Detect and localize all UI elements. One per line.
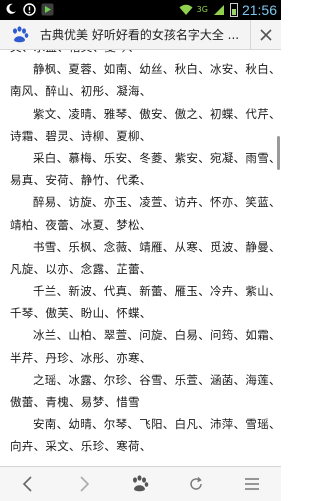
name-line: 向卉、采文、乐珍、寒荷、 [10,439,152,454]
name-paragraph: 千兰、新波、代真、新蕾、雁玉、冷卉、紫山、 千琴、傲芙、盼山、怀蝶、 [0,280,281,324]
name-line: 紫文、凌晴、雅琴、傲安、傲之、初蝶、代芹、 [33,106,281,121]
forward-icon [80,476,90,492]
name-paragraph: 书雪、乐枫、念薇、靖雁、从寒、觅波、静曼、 凡旋、以亦、念露、芷蕾、 [0,236,281,280]
status-right-icons: 3G 21:56 [179,1,277,19]
battery-icon [229,3,238,17]
menu-button[interactable] [232,467,272,501]
moon-icon [4,2,18,16]
name-line: 安南、幼晴、尔琴、飞阳、白凡、沛萍、雪瑶、 [33,417,281,432]
menu-icon [245,478,259,490]
name-line: 靖柏、夜蕾、冰夏、梦松、 [10,217,152,232]
paw-home-icon [133,475,149,492]
name-line: 千琴、傲芙、盼山、怀蝶、 [10,306,152,321]
status-clock: 21:56 [241,2,277,18]
home-button[interactable] [120,467,160,501]
back-button[interactable] [8,467,48,501]
name-line: 傲蕾、青槐、易梦、惜雪 [10,395,140,409]
refresh-icon [190,477,202,490]
name-line: 静枫、夏蓉、如南、幼丝、秋白、冰安、秋白、 [33,62,281,77]
name-line: 千兰、新波、代真、新蕾、雁玉、冷卉、紫山、 [33,284,281,299]
name-line: 醉易、访旋、亦玉、凌萱、访卉、怀亦、笑蓝、 [33,195,281,210]
article-content[interactable]: 文、水蓝、惜文、夏琴、 静枫、夏蓉、如南、幼丝、秋白、冰安、秋白、 南风、醉山、… [0,50,281,465]
name-line: 南风、醉山、初彤、凝海、 [10,84,152,99]
network-type-label: 3G [196,5,208,14]
name-paragraph: 紫文、凌晴、雅琴、傲安、傲之、初蝶、代芹、 诗霜、碧灵、诗柳、夏柳、 [0,103,281,147]
status-bar: 3G 21:56 [0,0,281,20]
name-line: 半芹、丹珍、冰彤、亦寒、 [10,350,152,365]
page-title: 古典优美 好听好看的女孩名字大全 ... [40,28,240,42]
name-line: 采白、慕梅、乐安、冬菱、紫安、宛凝、雨雪、 [33,150,281,165]
name-paragraph: 文、水蓝、惜文、夏琴、 [0,50,281,58]
name-line: 易真、安荷、静竹、代柔、 [10,173,152,188]
name-line: 诗霜、碧灵、诗柳、夏柳、 [10,128,152,143]
article-body: 文、水蓝、惜文、夏琴、 静枫、夏蓉、如南、幼丝、秋白、冰安、秋白、 南风、醉山、… [0,50,281,458]
name-paragraph: 安南、幼晴、尔琴、飞阳、白凡、沛萍、雪瑶、 向卉、采文、乐珍、寒荷、 [0,413,281,457]
forward-button[interactable] [64,467,104,501]
scrollbar-thumb[interactable] [277,136,280,170]
name-line: 之瑶、冰露、尔珍、谷雪、乐萱、涵菡、海莲、 [33,372,281,387]
page-header: 古典优美 好听好看的女孩名字大全 ... [0,20,281,50]
signal-icon [212,3,226,17]
name-line: 书雪、乐枫、念薇、靖雁、从寒、觅波、静曼、 [33,239,281,254]
wifi-icon [179,3,193,17]
paw-logo-icon[interactable] [10,26,30,44]
name-line: 凡旋、以亦、念露、芷蕾、 [10,261,152,276]
play-store-icon [40,2,54,16]
close-icon [260,28,272,41]
close-button[interactable] [250,20,281,49]
status-left-icons [4,2,54,16]
bottom-toolbar [0,466,281,501]
name-line: 文、水蓝、惜文、夏琴、 [0,50,281,58]
name-paragraph: 采白、慕梅、乐安、冬菱、紫安、宛凝、雨雪、 易真、安荷、静竹、代柔、 [0,147,281,191]
name-paragraph: 冰兰、山柏、翠萱、问旋、白易、问筠、如霜、 半芹、丹珍、冰彤、亦寒、 [0,324,281,368]
name-paragraph: 醉易、访旋、亦玉、凌萱、访卉、怀亦、笑蓝、 靖柏、夜蕾、冰夏、梦松、 [0,191,281,235]
back-icon [22,476,32,492]
refresh-button[interactable] [176,467,216,501]
name-paragraph: 之瑶、冰露、尔珍、谷雪、乐萱、涵菡、海莲、 傲蕾、青槐、易梦、惜雪 [0,369,281,413]
name-paragraph: 静枫、夏蓉、如南、幼丝、秋白、冰安、秋白、 南风、醉山、初彤、凝海、 [0,58,281,102]
name-line: 冰兰、山柏、翠萱、问旋、白易、问筠、如霜、 [33,328,281,343]
notification-icon [22,2,36,16]
